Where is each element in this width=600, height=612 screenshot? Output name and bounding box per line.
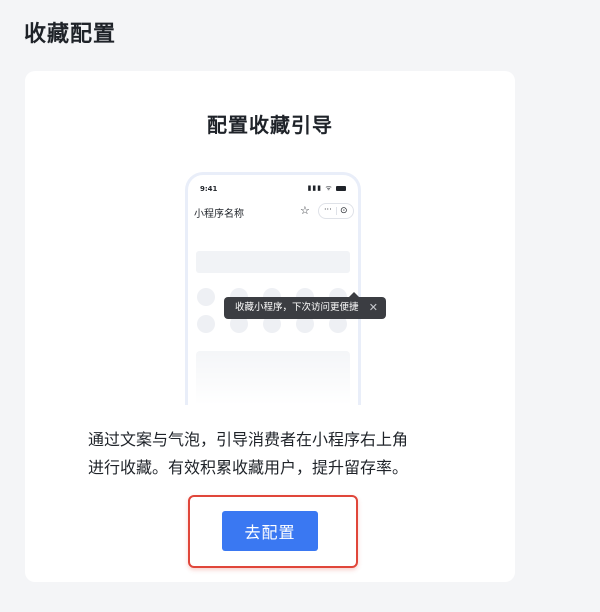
phone-illustration: 9:41 ▮▮▮ ᯤ 小程序名称 ☆ ··· ⊙ [185, 172, 361, 405]
signal-icon: ▮▮▮ ᯤ [307, 184, 333, 192]
mini-program-name: 小程序名称 [194, 209, 244, 220]
placeholder-banner [196, 251, 350, 273]
page-title: 收藏配置 [24, 22, 117, 47]
guide-description: 通过文案与气泡，引导消费者在小程序右上角 进行收藏。有效积累收藏用户，提升留存率… [88, 426, 468, 482]
capsule-divider [336, 207, 337, 215]
phone-status-bar: 9:41 ▮▮▮ ᯤ [200, 184, 346, 196]
favorite-guide-card: 配置收藏引导 9:41 ▮▮▮ ᯤ 小程序名称 ☆ ··· ⊙ 收藏小程序，下次… [25, 71, 515, 582]
star-icon: ☆ [300, 204, 310, 217]
more-icon: ··· [324, 205, 332, 214]
phone-fade [188, 335, 358, 405]
tooltip-text: 收藏小程序，下次访问更便捷 [235, 302, 359, 313]
go-configure-button[interactable]: 去配置 [222, 511, 318, 551]
card-title: 配置收藏引导 [207, 113, 333, 137]
close-icon: ✕ [368, 301, 378, 314]
status-time: 9:41 [200, 185, 218, 193]
capsule-menu: ··· ⊙ [318, 203, 354, 219]
placeholder-dot [197, 315, 215, 333]
signal-wifi-battery-icon: ▮▮▮ ᯤ [308, 184, 346, 193]
close-circle-icon: ⊙ [340, 206, 348, 216]
battery-icon [336, 185, 346, 191]
favorite-tooltip: 收藏小程序，下次访问更便捷 ✕ [224, 292, 386, 319]
description-line: 通过文案与气泡，引导消费者在小程序右上角 [88, 430, 409, 449]
phone-navbar: 小程序名称 ☆ ··· ⊙ [194, 202, 354, 222]
description-line: 进行收藏。有效积累收藏用户，提升留存率。 [88, 458, 409, 477]
placeholder-dot [197, 288, 215, 306]
